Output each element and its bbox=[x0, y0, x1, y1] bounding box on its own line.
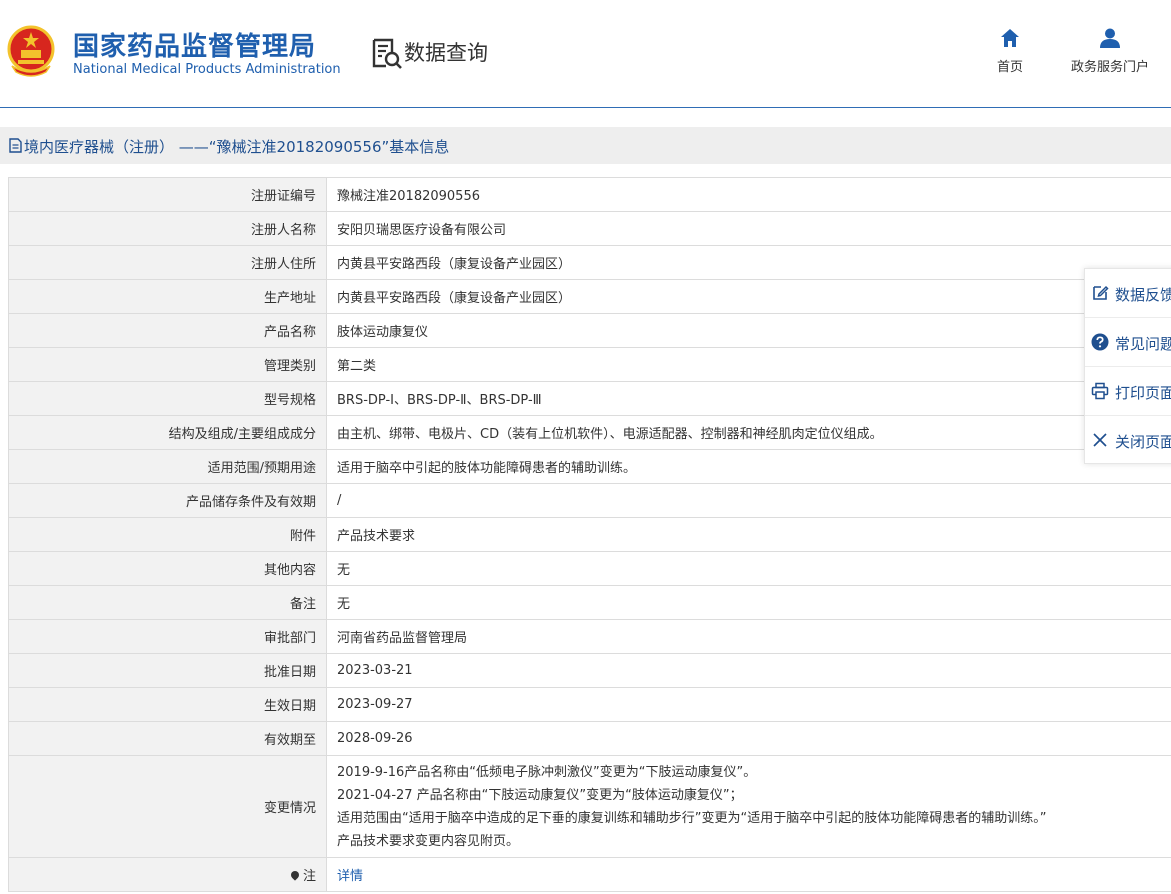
row-label: 审批部门 bbox=[8, 619, 327, 654]
row-label: 型号规格 bbox=[8, 381, 327, 416]
table-row: 结构及组成/主要组成成分 由主机、绑带、电极片、CD（装有上位机软件）、电源适配… bbox=[8, 415, 1171, 450]
detail-link[interactable]: 详情 bbox=[337, 869, 363, 884]
print-icon bbox=[1091, 382, 1109, 400]
close-page-label: 关闭页面 bbox=[1115, 433, 1171, 451]
row-value: 第二类 bbox=[326, 347, 1171, 382]
change-line: 产品技术要求变更内容见附页。 bbox=[337, 833, 520, 849]
faq-label: 常见问题 bbox=[1115, 335, 1171, 353]
row-label: 备注 bbox=[8, 585, 327, 620]
table-row: 备注 无 bbox=[8, 585, 1171, 620]
faq-button[interactable]: 常见问题 bbox=[1085, 318, 1171, 367]
page-title: 数据查询 bbox=[404, 41, 488, 65]
row-label: 产品储存条件及有效期 bbox=[8, 483, 327, 518]
table-row: 附件 产品技术要求 bbox=[8, 517, 1171, 552]
row-value: 2028-09-26 bbox=[326, 721, 1171, 756]
table-row: 注册证编号 豫械注准20182090556 bbox=[8, 177, 1171, 212]
note-label-cell: 注 bbox=[8, 857, 327, 892]
org-name-en: National Medical Products Administration bbox=[73, 62, 341, 77]
table-row: 批准日期 2023-03-21 bbox=[8, 653, 1171, 688]
print-button[interactable]: 打印页面 bbox=[1085, 367, 1171, 416]
change-line: 2019-9-16产品名称由“低频电子脉冲刺激仪”变更为“下肢运动康复仪”。 bbox=[337, 764, 757, 780]
row-label: 结构及组成/主要组成成分 bbox=[8, 415, 327, 450]
row-label: 其他内容 bbox=[8, 551, 327, 586]
breadcrumb: 境内医疗器械（注册） ——“豫械注准20182090556”基本信息 bbox=[24, 138, 450, 156]
feedback-button[interactable]: 数据反馈 bbox=[1085, 269, 1171, 318]
site-header: 国家药品监督管理局 National Medical Products Admi… bbox=[0, 0, 1171, 108]
org-name-cn: 国家药品监督管理局 bbox=[73, 32, 317, 62]
table-row: 生效日期 2023-09-27 bbox=[8, 687, 1171, 722]
side-tool-panel: 数据反馈 常见问题 打印页面 关闭页面 bbox=[1084, 268, 1171, 464]
table-row: 型号规格 BRS-DP-Ⅰ、BRS-DP-Ⅱ、BRS-DP-Ⅲ bbox=[8, 381, 1171, 416]
table-row-change: 变更情况 2019-9-16产品名称由“低频电子脉冲刺激仪”变更为“下肢运动康复… bbox=[8, 755, 1171, 858]
document-icon bbox=[9, 138, 22, 153]
row-label: 生产地址 bbox=[8, 279, 327, 314]
nav-gov-label: 政务服务门户 bbox=[1070, 60, 1149, 75]
table-row: 审批部门 河南省药品监督管理局 bbox=[8, 619, 1171, 654]
row-value: 2023-03-21 bbox=[326, 653, 1171, 688]
help-icon bbox=[1091, 333, 1109, 351]
row-label: 批准日期 bbox=[8, 653, 327, 688]
table-row: 注册人名称 安阳贝瑞思医疗设备有限公司 bbox=[8, 211, 1171, 246]
pin-icon bbox=[289, 869, 301, 881]
table-row: 产品名称 肢体运动康复仪 bbox=[8, 313, 1171, 348]
table-row: 适用范围/预期用途 适用于脑卒中引起的肢体功能障碍患者的辅助训练。 bbox=[8, 449, 1171, 484]
change-label: 变更情况 bbox=[8, 755, 327, 858]
change-line: 2021-04-27 产品名称由“下肢运动康复仪”变更为“肢体运动康复仪”； bbox=[337, 787, 743, 803]
row-value: 内黄县平安路西段（康复设备产业园区） bbox=[326, 279, 1171, 314]
row-label: 有效期至 bbox=[8, 721, 327, 756]
row-label: 附件 bbox=[8, 517, 327, 552]
nav-home[interactable]: 首页 bbox=[990, 28, 1030, 75]
user-icon bbox=[1100, 28, 1120, 48]
row-value: 2023-09-27 bbox=[326, 687, 1171, 722]
row-value: BRS-DP-Ⅰ、BRS-DP-Ⅱ、BRS-DP-Ⅲ bbox=[326, 381, 1171, 416]
change-line: 适用范围由“适用于脑卒中造成的足下垂的康复训练和辅助步行”变更为“适用于脑卒中引… bbox=[337, 810, 1047, 826]
row-label: 注册人住所 bbox=[8, 245, 327, 280]
row-value: 内黄县平安路西段（康复设备产业园区） bbox=[326, 245, 1171, 280]
note-value: 详情 bbox=[326, 857, 1171, 892]
table-row-note: 注 详情 bbox=[8, 857, 1171, 892]
table-row: 产品储存条件及有效期 / bbox=[8, 483, 1171, 518]
nav-gov-portal[interactable]: 政务服务门户 bbox=[1064, 28, 1156, 75]
row-label: 适用范围/预期用途 bbox=[8, 449, 327, 484]
row-value: 安阳贝瑞思医疗设备有限公司 bbox=[326, 211, 1171, 246]
close-page-button[interactable]: 关闭页面 bbox=[1085, 416, 1171, 465]
row-label: 生效日期 bbox=[8, 687, 327, 722]
note-label: 注 bbox=[302, 869, 316, 884]
data-query-icon bbox=[372, 38, 402, 69]
registration-info-table: 注册证编号 豫械注准20182090556 注册人名称 安阳贝瑞思医疗设备有限公… bbox=[8, 177, 1171, 892]
table-row: 注册人住所 内黄县平安路西段（康复设备产业园区） bbox=[8, 245, 1171, 280]
row-label: 管理类别 bbox=[8, 347, 327, 382]
table-row: 其他内容 无 bbox=[8, 551, 1171, 586]
table-row: 管理类别 第二类 bbox=[8, 347, 1171, 382]
national-emblem-icon bbox=[7, 25, 55, 77]
table-row: 生产地址 内黄县平安路西段（康复设备产业园区） bbox=[8, 279, 1171, 314]
row-label: 注册证编号 bbox=[8, 177, 327, 212]
change-value: 2019-9-16产品名称由“低频电子脉冲刺激仪”变更为“下肢运动康复仪”。 2… bbox=[326, 755, 1171, 858]
row-value: 由主机、绑带、电极片、CD（装有上位机软件）、电源适配器、控制器和神经肌肉定位仪… bbox=[326, 415, 1171, 450]
row-value: 肢体运动康复仪 bbox=[326, 313, 1171, 348]
row-value: 豫械注准20182090556 bbox=[326, 177, 1171, 212]
print-label: 打印页面 bbox=[1115, 384, 1171, 402]
row-value: 河南省药品监督管理局 bbox=[326, 619, 1171, 654]
nav-home-label: 首页 bbox=[996, 60, 1023, 75]
edit-icon bbox=[1093, 285, 1109, 300]
table-row: 有效期至 2028-09-26 bbox=[8, 721, 1171, 756]
row-value: 产品技术要求 bbox=[326, 517, 1171, 552]
row-value: 无 bbox=[326, 585, 1171, 620]
row-label: 产品名称 bbox=[8, 313, 327, 348]
row-value: 适用于脑卒中引起的肢体功能障碍患者的辅助训练。 bbox=[326, 449, 1171, 484]
row-label: 注册人名称 bbox=[8, 211, 327, 246]
row-value: 无 bbox=[326, 551, 1171, 586]
home-icon bbox=[1001, 29, 1019, 47]
row-value: / bbox=[326, 483, 1171, 518]
close-icon bbox=[1093, 433, 1107, 447]
feedback-label: 数据反馈 bbox=[1115, 286, 1171, 304]
